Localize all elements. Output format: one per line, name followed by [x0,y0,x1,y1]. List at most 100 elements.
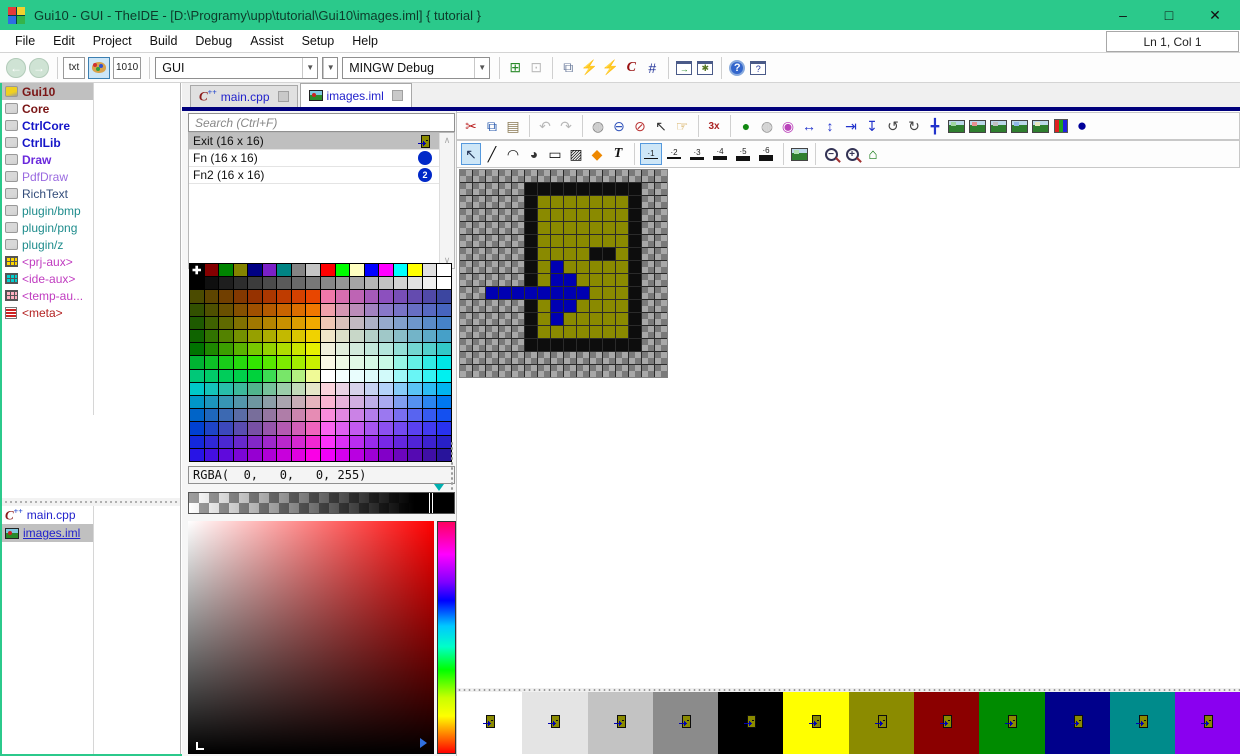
pixel-cell[interactable] [655,261,667,273]
image-item-fn2[interactable]: Fn2 (16 x 16)2 [189,167,454,184]
forward-button[interactable]: → [29,58,49,78]
paste-image-icon[interactable] [789,143,809,165]
palette-swatch[interactable] [365,356,380,369]
pixel-cell[interactable] [603,326,615,338]
image-op-1-icon[interactable] [946,115,966,137]
palette-swatch[interactable] [292,436,307,449]
pixel-cell[interactable] [577,352,589,364]
pixel-cell[interactable] [551,326,563,338]
palette-swatch[interactable] [190,317,205,330]
palette-swatch[interactable] [190,436,205,449]
pixel-cell[interactable] [551,209,563,221]
free-rotate-icon[interactable]: ╋ [925,115,945,137]
pixel-cell[interactable] [486,313,498,325]
pixel-cell[interactable] [512,183,524,195]
solid-ellipse-icon[interactable]: ● [736,115,756,137]
alpha-slider[interactable] [188,492,455,514]
palette-swatch[interactable] [263,370,278,383]
pixel-cell[interactable] [642,326,654,338]
pixel-cell[interactable] [499,183,511,195]
pixel-cell[interactable] [655,326,667,338]
palette-swatch[interactable] [336,304,351,317]
palette-swatch[interactable] [292,370,307,383]
pixel-cell[interactable] [512,300,524,312]
palette-swatch[interactable] [190,304,205,317]
palette-swatch[interactable] [234,383,249,396]
pixel-cell[interactable] [525,222,537,234]
palette-swatch[interactable] [219,264,234,277]
pixel-cell[interactable] [460,222,472,234]
palette-swatch[interactable] [234,304,249,317]
pixel-cell[interactable] [616,352,628,364]
image-item-exit[interactable]: Exit (16 x 16) [189,133,454,150]
palette-swatch[interactable] [205,396,220,409]
pixel-cell[interactable] [642,365,654,377]
palette-swatch[interactable] [292,264,307,277]
palette-swatch[interactable] [379,343,394,356]
palette-swatch[interactable] [190,343,205,356]
palette-swatch[interactable] [437,264,452,277]
palette-swatch[interactable] [394,356,409,369]
pixel-cell[interactable] [538,261,550,273]
pane-splitter-grip[interactable] [450,441,455,491]
back-button[interactable]: ← [6,58,26,78]
palette-swatch[interactable] [321,370,336,383]
palette-swatch[interactable] [336,343,351,356]
pixel-cell[interactable] [551,287,563,299]
pixel-cell[interactable] [642,222,654,234]
palette-swatch[interactable] [190,356,205,369]
pixel-cell[interactable] [590,313,602,325]
pixel-cell[interactable] [590,326,602,338]
pixel-cell[interactable] [577,300,589,312]
menu-help[interactable]: Help [343,31,387,51]
pixel-cell[interactable] [590,248,602,260]
palette-swatch[interactable] [234,290,249,303]
palette-swatch[interactable] [408,409,423,422]
palette-swatch[interactable] [190,383,205,396]
palette-gray-swatch[interactable] [248,277,263,290]
shift-horz-icon[interactable]: ⇥ [841,115,861,137]
pixel-cell[interactable] [486,222,498,234]
pixel-cell[interactable] [460,300,472,312]
palette-swatch[interactable] [248,396,263,409]
filled-curve-tool[interactable]: ◕ [524,143,544,165]
pixel-cell[interactable] [603,196,615,208]
image-op-5-icon[interactable] [1030,115,1050,137]
palette-gray-swatch[interactable] [350,277,365,290]
palette-swatch[interactable] [263,436,278,449]
palette-swatch[interactable] [408,422,423,435]
palette-swatch[interactable] [219,304,234,317]
palette-swatch[interactable] [292,422,307,435]
palette-swatch[interactable] [350,264,365,277]
pixel-cell[interactable] [460,339,472,351]
palette-swatch[interactable] [321,449,336,462]
pixel-cell[interactable] [655,170,667,182]
pixel-cell[interactable] [577,326,589,338]
pixel-cell[interactable] [590,339,602,351]
pixel-cell[interactable] [538,196,550,208]
palette-swatch[interactable] [394,383,409,396]
palette-swatch[interactable] [205,370,220,383]
hue-slider[interactable] [437,521,456,754]
pixel-cell[interactable] [642,352,654,364]
palette-swatch[interactable] [336,383,351,396]
pixel-cell[interactable] [603,313,615,325]
pixel-cell[interactable] [655,274,667,286]
pixel-cell[interactable] [512,326,524,338]
palette-swatch[interactable] [365,264,380,277]
execute-icon[interactable]: → [674,57,694,79]
tab-state-box[interactable] [278,91,289,102]
palette-swatch[interactable] [321,409,336,422]
palette-swatch[interactable] [219,330,234,343]
pixel-cell[interactable] [590,170,602,182]
palette-swatch[interactable] [379,422,394,435]
palette-swatch[interactable] [205,304,220,317]
pixel-cell[interactable] [460,261,472,273]
palette-swatch[interactable] [408,356,423,369]
pixel-cell[interactable] [512,365,524,377]
palette-swatch[interactable] [408,264,423,277]
pixel-cell[interactable] [525,235,537,247]
pixel-cell[interactable] [512,248,524,260]
palette-swatch[interactable] [437,304,452,317]
pixel-cell[interactable] [538,222,550,234]
